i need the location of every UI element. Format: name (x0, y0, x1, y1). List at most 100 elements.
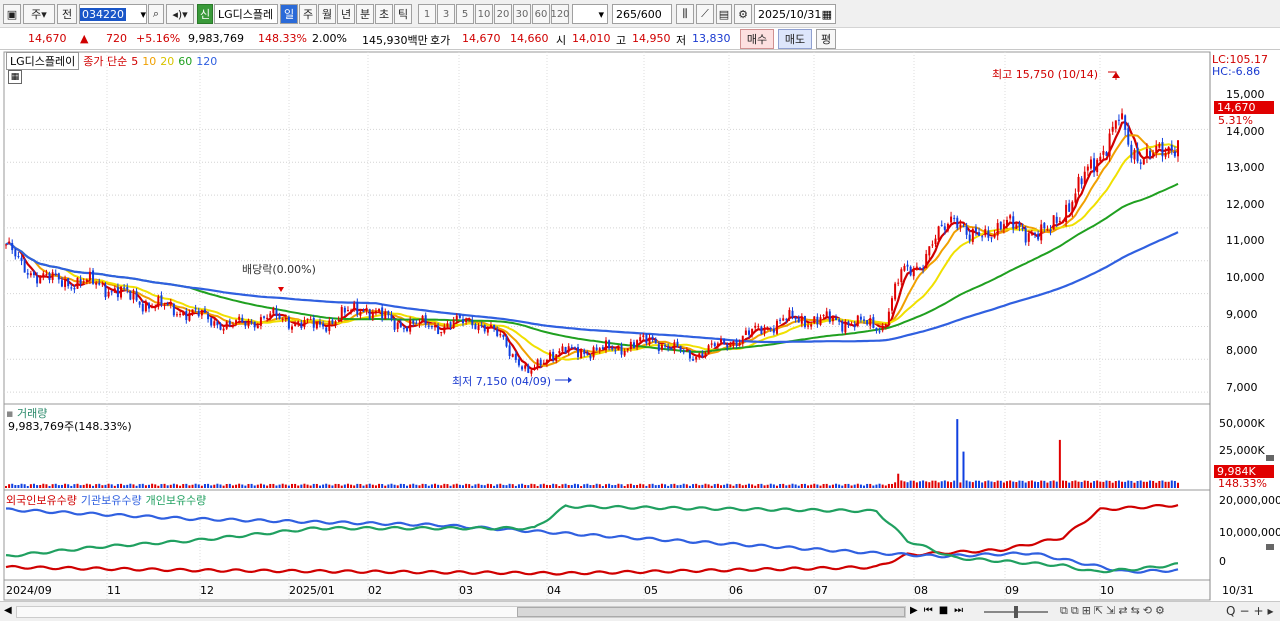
sell-button[interactable]: 매도 (778, 29, 812, 49)
chart-area[interactable] (0, 50, 1280, 621)
candle-body (1033, 233, 1036, 235)
zoom-buttons[interactable]: Q−+▸ (1226, 604, 1278, 618)
candle-body (869, 318, 872, 326)
volume-bar (670, 484, 673, 488)
candle-body (701, 353, 704, 357)
volume-bar (29, 484, 32, 488)
candle-body (928, 246, 931, 256)
candle-body (188, 312, 191, 321)
minute-custom-dropdown[interactable]: ▾ (572, 4, 608, 24)
volume-bar (604, 484, 607, 488)
period-button-4[interactable]: 분 (356, 4, 374, 24)
volume-bar (126, 484, 129, 488)
candle-body (679, 345, 682, 351)
chevron-down-icon[interactable]: ▾ (140, 8, 146, 21)
period-button-6[interactable]: 틱 (394, 4, 412, 24)
candle-body (250, 322, 253, 324)
candle-body (673, 342, 676, 351)
code-input[interactable]: 034220 ▾ (79, 4, 147, 24)
candle-body (79, 279, 82, 284)
volume-bar (458, 484, 461, 488)
tool-icons[interactable]: ⧉⧉⊞⇱⇲⇄⇆⟲⚙ (1060, 604, 1168, 618)
avg-button[interactable]: 평 (816, 29, 836, 49)
minute-button-6[interactable]: 60 (532, 4, 550, 24)
period-dropdown[interactable]: 주 ▾ (23, 4, 55, 24)
window-icon[interactable]: ▣ (3, 4, 21, 24)
prev-button[interactable]: 전 (57, 4, 77, 24)
volume-bar (1086, 480, 1089, 488)
candle-body (163, 304, 166, 307)
search-icon[interactable]: ⌕ (148, 4, 164, 24)
period-button-2[interactable]: 월 (318, 4, 336, 24)
period-button-0[interactable]: 일 (280, 4, 298, 24)
volume-bar (443, 483, 446, 488)
volume-bar (238, 483, 241, 488)
grid-icon[interactable]: ▦ (8, 70, 22, 84)
volume-bar (266, 485, 269, 488)
playback-controls[interactable]: ▶⏮■⏭ (910, 605, 969, 616)
candle-body (676, 341, 679, 347)
candle-body (1124, 115, 1127, 130)
gear-icon[interactable]: ⚙ (734, 4, 752, 24)
chart-stock-title[interactable]: LG디스플레이 (6, 52, 80, 70)
candle-body (651, 336, 654, 340)
candle-body (670, 347, 673, 350)
minute-button-3[interactable]: 10 (475, 4, 493, 24)
volume-bar (545, 484, 548, 488)
volume-bar (36, 485, 39, 488)
candle-body (474, 324, 477, 330)
candle-body (657, 344, 660, 351)
volume-bar (819, 485, 822, 488)
volume-bar (1083, 480, 1086, 488)
calendar-icon[interactable]: ▦ (822, 8, 832, 21)
save-icon[interactable]: ▤ (716, 4, 732, 24)
candle-body (816, 316, 819, 325)
volume-bar (222, 485, 225, 488)
volume-bar (104, 484, 107, 488)
minute-button-7[interactable]: 120 (550, 4, 570, 24)
minute-button-2[interactable]: 5 (456, 4, 474, 24)
volume-bar (623, 485, 626, 488)
volume-bar (1071, 481, 1074, 488)
period-button-3[interactable]: 년 (337, 4, 355, 24)
volume-bar (971, 482, 974, 488)
speaker-icon[interactable]: ◂)▾ (166, 4, 194, 24)
x-axis-label: 2024/09 (6, 584, 52, 597)
zoom-slider[interactable] (984, 606, 1048, 618)
date-field[interactable]: 2025/10/31 ▦ (754, 4, 836, 24)
count-field[interactable]: 265/600 (612, 4, 672, 24)
candle-body (766, 328, 769, 330)
volume-bar (434, 483, 437, 488)
candle-body (592, 347, 595, 358)
scroll-left-icon[interactable]: ◀ (4, 605, 12, 616)
minute-button-4[interactable]: 20 (494, 4, 512, 24)
ma5-label: 5 (131, 54, 139, 68)
candle-icon[interactable]: ⫼ (676, 4, 694, 24)
scrollbar-thumb[interactable] (517, 607, 905, 617)
volume-bar (331, 485, 334, 488)
minute-button-5[interactable]: 30 (513, 4, 531, 24)
candle-body (144, 302, 147, 312)
volume-bar (592, 485, 595, 488)
volume-bar (129, 483, 132, 488)
draw-tool-icon[interactable]: ⟋ (696, 4, 714, 24)
volume-bar (863, 485, 866, 488)
volume-bar (1068, 482, 1071, 488)
buy-button[interactable]: 매수 (740, 29, 774, 49)
candle-body (340, 307, 343, 321)
candle-body (844, 322, 847, 333)
volume-bar (620, 484, 623, 488)
minute-button-1[interactable]: 3 (437, 4, 455, 24)
scrollbar-track[interactable] (16, 606, 906, 618)
minute-button-0[interactable]: 1 (418, 4, 436, 24)
candle-body (713, 343, 716, 347)
candle-body (406, 327, 409, 332)
candle-body (505, 337, 508, 347)
volume-bar (468, 484, 471, 488)
stock-name-field[interactable]: LG디스플레 (214, 4, 278, 24)
candle-body (493, 324, 496, 329)
volume-bar (626, 484, 629, 488)
period-button-1[interactable]: 주 (299, 4, 317, 24)
period-button-5[interactable]: 초 (375, 4, 393, 24)
volume-bar (1167, 481, 1170, 488)
